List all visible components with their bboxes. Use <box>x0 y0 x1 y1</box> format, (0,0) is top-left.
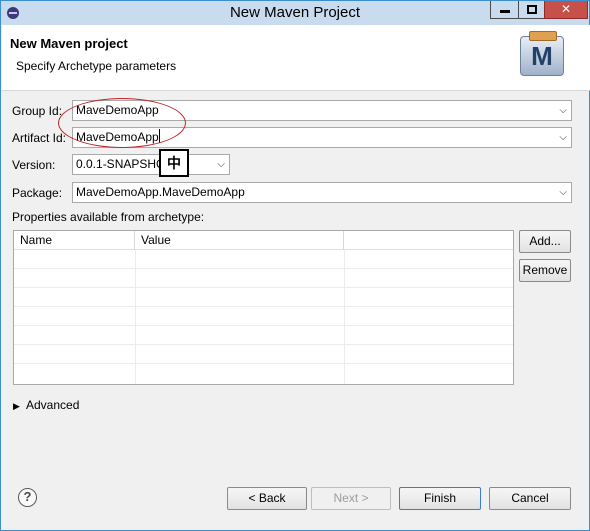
column-header-extra[interactable] <box>344 231 513 250</box>
table-row[interactable] <box>14 288 513 307</box>
chevron-down-icon[interactable]: ⌵ <box>217 155 225 174</box>
version-label: Version: <box>12 158 56 172</box>
text-caret <box>158 129 160 143</box>
column-header-value[interactable]: Value <box>135 231 344 250</box>
page-title: New Maven project <box>10 36 128 51</box>
advanced-section-toggle[interactable]: Advanced <box>26 398 79 412</box>
close-icon: ✕ <box>560 2 572 16</box>
remove-button-label: Remove <box>522 263 568 277</box>
back-button-label: < Back <box>248 491 286 505</box>
wizard-header: New Maven project Specify Archetype para… <box>2 25 590 91</box>
table-row[interactable] <box>14 307 513 326</box>
finish-button-label: Finish <box>423 491 456 505</box>
group-id-combo[interactable]: MaveDemoApp ⌵ <box>72 100 572 121</box>
table-header: Name Value <box>14 231 513 250</box>
version-combo[interactable]: 0.0.1-SNAPSHO ⌵ <box>72 154 230 175</box>
chevron-down-icon[interactable]: ⌵ <box>559 101 567 120</box>
version-value: 0.0.1-SNAPSHO <box>76 157 166 171</box>
properties-label: Properties available from archetype: <box>12 210 205 224</box>
table-row[interactable] <box>14 250 513 269</box>
finish-button[interactable]: Finish <box>399 487 481 510</box>
remove-property-button[interactable]: Remove <box>519 259 571 282</box>
ime-indicator: 中 <box>159 149 189 177</box>
dialog-window: New Maven Project ✕ New Maven project Sp… <box>0 0 590 531</box>
column-divider <box>135 250 136 384</box>
table-row[interactable] <box>14 326 513 345</box>
artifact-id-combo[interactable]: MaveDemoApp ⌵ <box>72 127 572 148</box>
group-id-label: Group Id: <box>12 104 63 118</box>
maximize-button[interactable] <box>518 1 545 19</box>
next-button-label: Next > <box>333 491 369 505</box>
title-bar[interactable]: New Maven Project ✕ <box>1 1 589 25</box>
cancel-button-label: Cancel <box>511 491 549 505</box>
close-button[interactable]: ✕ <box>544 1 588 19</box>
column-header-name[interactable]: Name <box>14 231 135 250</box>
cancel-button[interactable]: Cancel <box>489 487 571 510</box>
next-button[interactable]: Next > <box>311 487 391 510</box>
package-label: Package: <box>12 186 63 200</box>
chevron-down-icon[interactable]: ⌵ <box>559 183 567 202</box>
expand-arrow-icon[interactable]: ▶ <box>13 401 20 412</box>
package-combo[interactable]: MaveDemoApp.MaveDemoApp ⌵ <box>72 182 572 203</box>
maven-logo-icon: M <box>520 31 564 76</box>
maximize-icon <box>526 5 537 14</box>
package-value: MaveDemoApp.MaveDemoApp <box>76 185 245 199</box>
properties-table[interactable]: Name Value <box>13 230 514 385</box>
artifact-id-value: MaveDemoApp <box>76 130 159 144</box>
back-button[interactable]: < Back <box>227 487 307 510</box>
artifact-id-label: Artifact Id: <box>12 131 67 145</box>
group-id-value: MaveDemoApp <box>76 103 159 117</box>
minimize-button[interactable] <box>490 1 519 19</box>
add-button-label: Add... <box>529 234 561 248</box>
page-subtitle: Specify Archetype parameters <box>16 59 177 73</box>
table-row[interactable] <box>14 269 513 288</box>
minimize-icon <box>499 10 510 13</box>
table-row[interactable] <box>14 345 513 364</box>
help-icon[interactable]: ? <box>18 488 37 507</box>
chevron-down-icon[interactable]: ⌵ <box>559 128 567 147</box>
column-divider <box>344 250 345 384</box>
add-property-button[interactable]: Add... <box>519 230 571 253</box>
